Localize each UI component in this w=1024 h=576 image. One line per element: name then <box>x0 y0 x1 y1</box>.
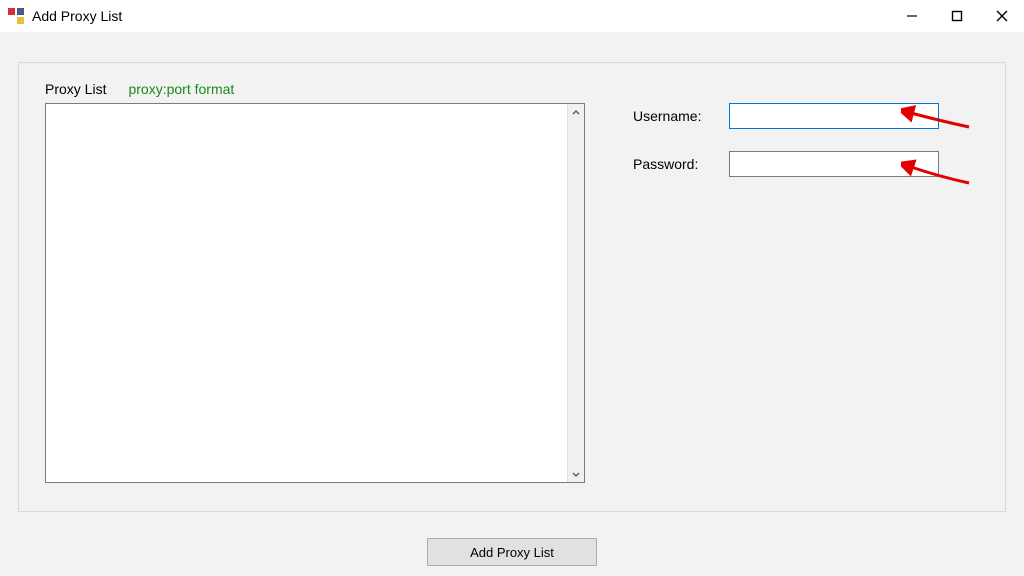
password-input[interactable] <box>729 151 939 177</box>
add-proxy-list-button[interactable]: Add Proxy List <box>427 538 597 566</box>
proxy-list-textarea[interactable] <box>46 104 567 482</box>
username-input[interactable] <box>729 103 939 129</box>
main-groupbox: Proxy List proxy:port format <box>18 62 1006 512</box>
maximize-button[interactable] <box>934 0 979 32</box>
proxy-list-hint: proxy:port format <box>128 81 234 97</box>
client-area: Proxy List proxy:port format <box>0 32 1024 576</box>
scroll-down-icon[interactable] <box>568 465 584 482</box>
titlebar: Add Proxy List <box>0 0 1024 32</box>
window-controls <box>889 0 1024 32</box>
minimize-button[interactable] <box>889 0 934 32</box>
close-button[interactable] <box>979 0 1024 32</box>
app-icon <box>8 8 24 24</box>
proxy-list-textarea-wrap <box>45 103 585 483</box>
proxy-list-panel: Proxy List proxy:port format <box>45 81 585 483</box>
username-label: Username: <box>633 108 721 124</box>
credentials-panel: Username: Password: <box>633 81 979 483</box>
scroll-up-icon[interactable] <box>568 104 584 121</box>
proxy-list-label: Proxy List <box>45 81 106 97</box>
bottom-button-area: Add Proxy List <box>0 538 1024 566</box>
password-label: Password: <box>633 156 721 172</box>
window-title: Add Proxy List <box>32 8 122 24</box>
proxy-list-scrollbar[interactable] <box>567 104 584 482</box>
